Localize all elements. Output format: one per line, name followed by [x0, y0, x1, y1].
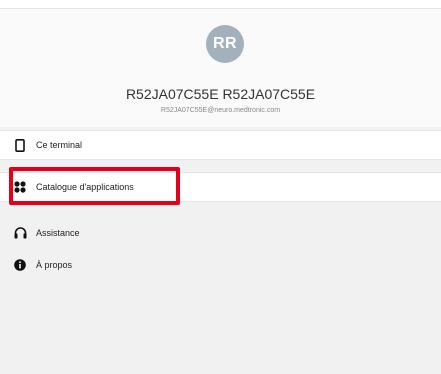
- menu-item-about[interactable]: À propos: [0, 250, 441, 280]
- menu-item-label: Ce terminal: [36, 140, 83, 150]
- menu-item-assistance[interactable]: Assistance: [0, 218, 441, 248]
- menu-item-app-catalogue[interactable]: Catalogue d'applications: [0, 172, 441, 202]
- phone-icon: [13, 138, 27, 152]
- menu-item-this-device[interactable]: Ce terminal: [0, 130, 441, 160]
- user-email: R52JA07C55E@neuro.medtronic.com: [160, 107, 281, 114]
- profile-card: RR R52JA07C55E R52JA07C55E R52JA07C55E@n…: [0, 8, 441, 127]
- headset-icon: [13, 226, 27, 240]
- apps-grid-icon: [13, 180, 27, 194]
- top-bar: [0, 0, 441, 8]
- menu-item-label: À propos: [36, 260, 73, 270]
- info-icon: [13, 258, 27, 272]
- app-screen: RR R52JA07C55E R52JA07C55E R52JA07C55E@n…: [0, 0, 441, 374]
- menu-item-label: Catalogue d'applications: [36, 182, 134, 192]
- menu-item-label: Assistance: [36, 228, 80, 238]
- user-name: R52JA07C55E R52JA07C55E: [125, 86, 316, 102]
- avatar: RR: [206, 25, 244, 63]
